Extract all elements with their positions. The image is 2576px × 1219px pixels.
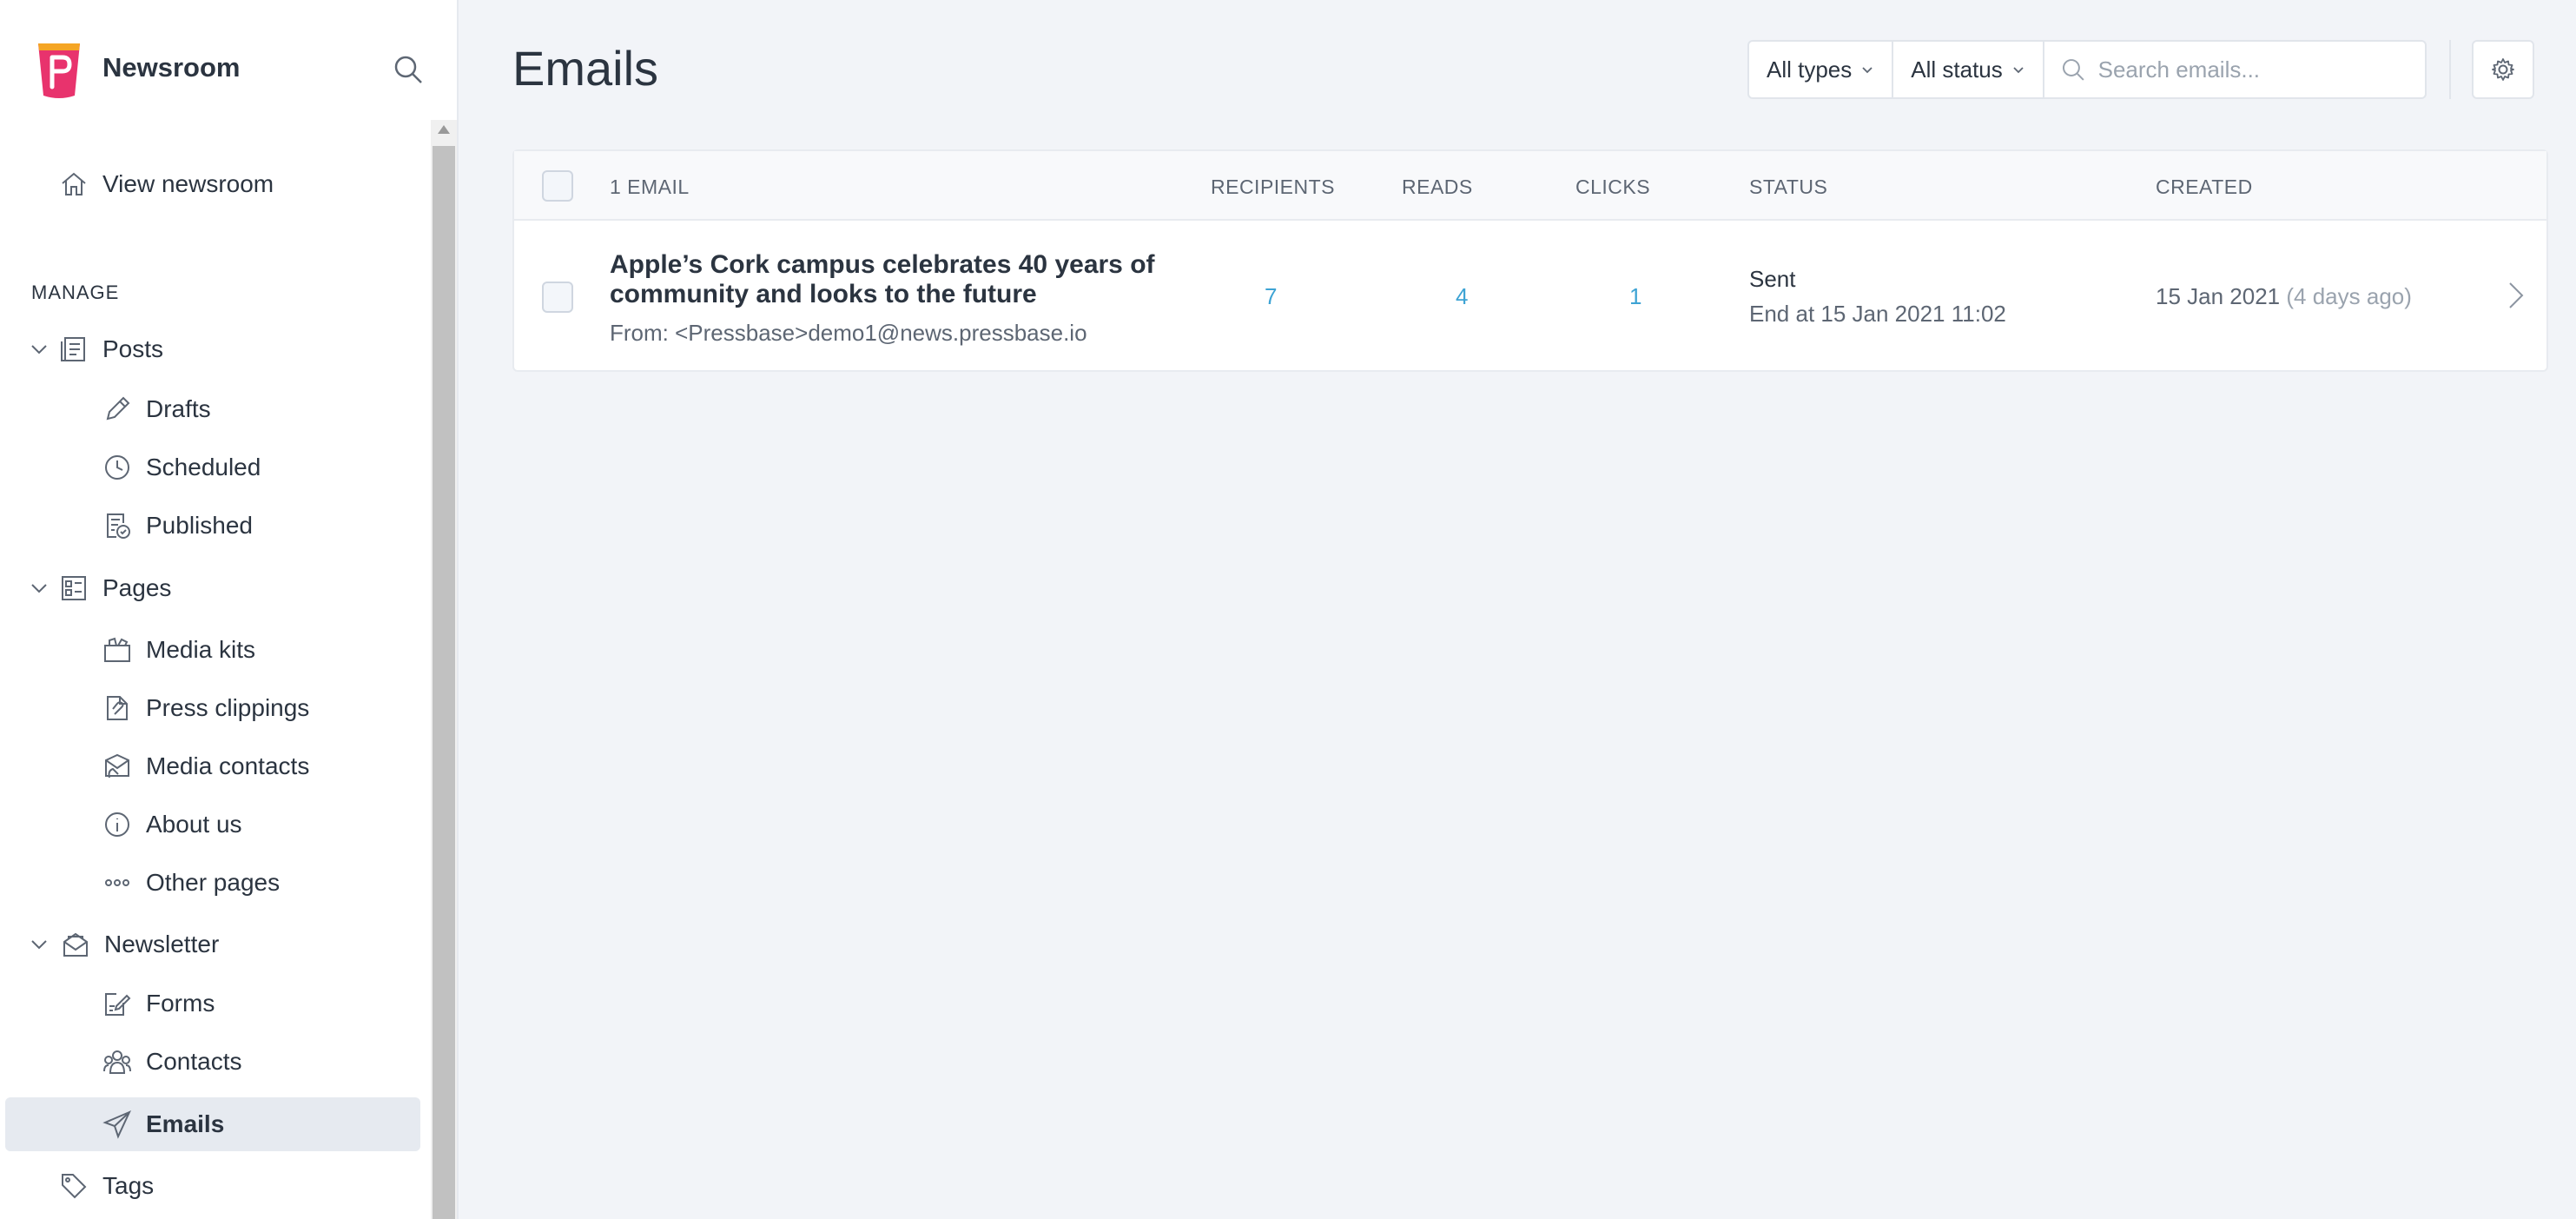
posts-icon [57,333,90,366]
nav-about-us-label: About us [146,811,242,838]
manage-section-label: MANAGE [31,282,120,303]
nav-press-clippings[interactable]: Press clippings [101,686,309,730]
search-icon [2062,59,2084,81]
nav-media-kits[interactable]: Media kits [101,628,255,672]
row-checkbox[interactable] [542,282,573,313]
newsroom-logo-icon[interactable] [35,38,83,101]
scroll-up-arrow-icon[interactable] [438,125,450,134]
brand-name[interactable]: Newsroom [102,52,240,83]
users-icon [101,1045,134,1078]
chevron-down-icon [2013,67,2024,74]
nav-newsletter[interactable]: Newsletter [59,923,219,966]
pages-icon [57,572,90,605]
nav-scheduled[interactable]: Scheduled [101,446,261,489]
nav-published[interactable]: Published [101,504,253,547]
nav-emails-label: Emails [146,1110,225,1137]
column-header-count[interactable]: 1 EMAIL [610,176,690,199]
created-relative: (4 days ago) [2286,283,2412,309]
nav-other-pages[interactable]: Other pages [101,861,280,904]
select-all-checkbox[interactable] [542,170,573,202]
sidebar: Newsroom View newsroom MANAGE Posts Draf… [0,0,459,1219]
more-dots-icon [101,866,134,899]
nav-view-newsroom-label: View newsroom [102,170,274,197]
nav-pages[interactable]: Pages [57,566,171,610]
search-icon[interactable] [391,52,426,87]
sidebar-header: Newsroom [0,0,459,130]
column-header-created[interactable]: CREATED [2156,176,2253,199]
nav-tags[interactable]: Tags [57,1164,154,1208]
column-header-status[interactable]: STATUS [1749,176,1827,199]
settings-button[interactable] [2472,40,2534,99]
chevron-down-icon[interactable] [30,935,49,954]
info-icon [101,808,134,841]
sidebar-scrollbar[interactable] [431,120,457,1219]
column-header-clicks[interactable]: CLICKS [1575,176,1650,199]
created-date-value: 15 Jan 2021 [2156,283,2281,309]
status-detail: End at 15 Jan 2021 11:02 [1749,301,2006,327]
nav-forms-label: Forms [146,990,215,1017]
nav-scheduled-label: Scheduled [146,454,261,480]
page-title: Emails [512,41,659,96]
status-filter-dropdown[interactable]: All status [1893,42,2044,97]
nav-contacts[interactable]: Contacts [101,1040,242,1083]
chevron-down-icon[interactable] [30,340,49,359]
emails-table: 1 EMAIL RECIPIENTS READS CLICKS STATUS C… [512,149,2548,372]
chevron-right-icon[interactable] [2503,278,2529,313]
nav-posts[interactable]: Posts [57,328,163,371]
type-filter-label: All types [1767,56,1853,83]
nav-drafts[interactable]: Drafts [101,388,211,431]
nav-about-us[interactable]: About us [101,803,242,846]
reads-count[interactable]: 4 [1456,283,1468,310]
recipients-count[interactable]: 7 [1265,283,1277,310]
nav-published-label: Published [146,512,253,539]
nav-media-kits-label: Media kits [146,636,256,663]
type-filter-dropdown[interactable]: All types [1749,42,1894,97]
nav-emails[interactable]: Emails [101,1103,224,1146]
email-from: From: <Pressbase>demo1@news.pressbase.io [610,320,1087,346]
created-date: 15 Jan 2021 (4 days ago) [2156,283,2412,310]
chevron-down-icon[interactable] [30,579,49,598]
status-filter-label: All status [1911,56,2003,83]
media-kit-icon [101,633,134,666]
send-icon [101,1108,134,1141]
status-value: Sent [1749,266,1796,292]
published-icon [101,509,134,542]
gear-icon [2492,58,2514,81]
media-contacts-icon [101,750,134,783]
nav-posts-label: Posts [102,335,164,362]
table-header: 1 EMAIL RECIPIENTS READS CLICKS STATUS C… [514,151,2546,221]
home-icon [57,168,90,201]
main-content: Emails All types All status 1 EMAIL RECI… [460,0,2576,1219]
envelope-open-icon [59,928,92,961]
email-title[interactable]: Apple’s Cork campus celebrates 40 years … [610,250,1183,309]
table-row[interactable]: Apple’s Cork campus celebrates 40 years … [514,222,2546,372]
search-box [2044,42,2425,97]
chevron-down-icon [1862,67,1873,74]
nav-forms[interactable]: Forms [101,982,215,1025]
clock-icon [101,451,134,484]
sidebar-nav: View newsroom MANAGE Posts Drafts Schedu… [0,130,431,1219]
nav-tags-label: Tags [102,1172,155,1199]
pencil-icon [101,393,134,426]
nav-drafts-label: Drafts [146,395,211,422]
nav-media-contacts-label: Media contacts [146,752,310,779]
filter-bar: All types All status [1747,40,2427,99]
form-edit-icon [101,987,134,1020]
column-header-recipients[interactable]: RECIPIENTS [1211,176,1335,199]
paperclip-document-icon [101,692,134,725]
nav-contacts-label: Contacts [146,1048,242,1075]
nav-newsletter-label: Newsletter [104,931,220,957]
nav-press-clippings-label: Press clippings [146,694,310,721]
tag-icon [57,1169,90,1202]
nav-media-contacts[interactable]: Media contacts [101,745,309,788]
scrollbar-thumb[interactable] [433,146,455,1219]
toolbar-divider [2449,40,2451,99]
nav-view-newsroom[interactable]: View newsroom [57,162,274,206]
search-emails-input[interactable] [2097,56,2409,83]
nav-other-pages-label: Other pages [146,869,281,896]
nav-pages-label: Pages [102,574,172,601]
clicks-count[interactable]: 1 [1629,283,1641,310]
column-header-reads[interactable]: READS [1402,176,1473,199]
